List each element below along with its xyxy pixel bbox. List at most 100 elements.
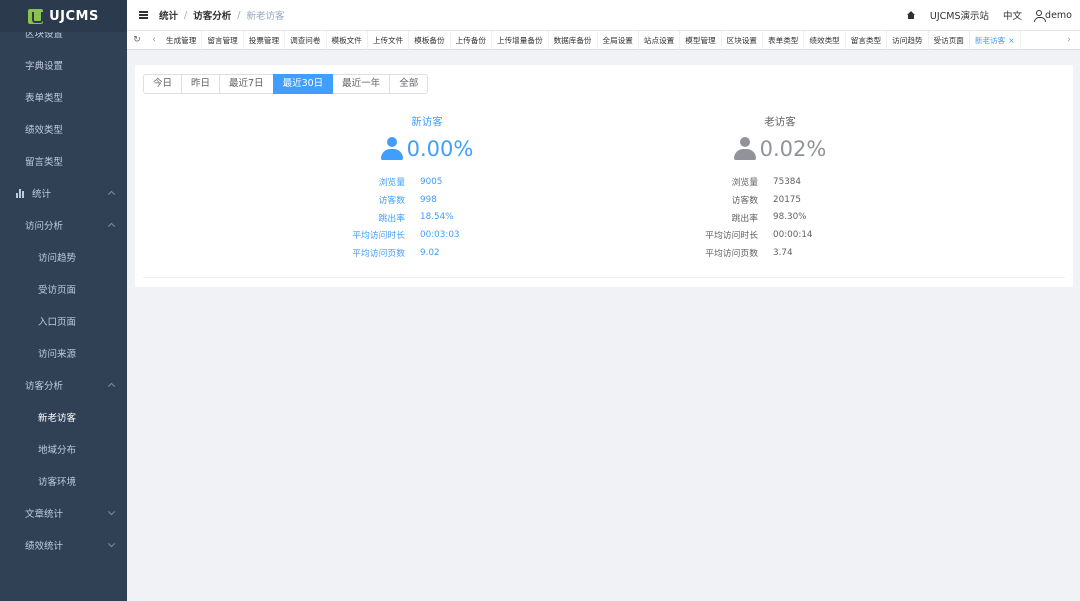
language-switch[interactable]: 中文 [1003,8,1022,22]
close-icon[interactable]: × [1008,36,1014,45]
sidebar-item[interactable]: 访客分析 [0,369,127,401]
sidebar-item[interactable]: 访问分析 [0,209,127,241]
sidebar-item-label: 绩效统计 [25,541,64,552]
tab[interactable]: 上传备份 [451,30,492,50]
sidebar-item[interactable]: 文章统计 [0,497,127,529]
tab-label: 留言管理 [207,35,238,45]
chevron-up-icon [107,190,116,198]
date-range-button[interactable]: 最近一年 [332,74,391,94]
tab-label: 留言类型 [850,35,882,45]
tab[interactable]: 投票管理 [244,30,286,50]
home-icon[interactable] [906,11,916,19]
sidebar-item[interactable]: 绩效统计 [0,529,127,561]
stat-label: 平均访问时长 [352,231,405,242]
sidebar-item[interactable]: 留言类型 [0,145,127,177]
tab[interactable]: 留言管理 [202,30,244,50]
tab[interactable]: 受访页面 [929,30,970,50]
date-range-button[interactable]: 最近7日 [219,74,274,94]
tabs-next-icon[interactable]: › [1062,35,1076,45]
stat-row: 浏览量 75384 [630,173,930,191]
tab[interactable]: 新老访客 × [970,30,1021,50]
user-menu[interactable]: demo [1034,9,1072,22]
stat-value: 00:00:14 [773,229,813,240]
tab[interactable]: 访问趋势 [887,30,929,50]
sidebar-item[interactable]: 绩效类型 [0,113,127,145]
sidebar-item[interactable]: 新老访客 [0,401,127,433]
logo[interactable]: UJCMS [0,0,127,32]
tab-label: 调查问卷 [290,35,321,45]
tab[interactable]: 生成管理 [161,30,203,50]
date-range-filter: 今日 昨日 最近7日 最近30日 最近一年 全部 [143,74,429,94]
sidebar-item-label: 地域分布 [38,445,77,456]
menu-toggle-icon[interactable] [139,11,148,19]
tab[interactable]: 站点设置 [639,30,681,50]
user-icon [380,137,403,161]
stat-label: 跳出率 [731,213,758,224]
sidebar-item-label: 绩效类型 [25,125,64,136]
stat-row: 浏览量 9005 [277,173,577,191]
tabs-prev-icon[interactable]: ‹ [147,35,161,45]
tab[interactable]: 全局设置 [598,30,639,50]
tab[interactable]: 留言类型 [846,30,888,50]
sidebar-item[interactable]: 统计 [0,177,127,209]
stat-value: 18.54% [420,212,454,223]
tab[interactable]: 数据库备份 [549,30,598,50]
stat-row: 访客数 998 [277,191,577,209]
tab[interactable]: 上传文件 [368,30,410,50]
header: 统计 / 访客分析 / 新老访客 UJCMS演示站 中文 demo [127,0,1080,30]
stat-row: 访客数 20175 [630,191,930,209]
tab[interactable]: 调查问卷 [285,30,327,50]
tab[interactable]: 上传增量备份 [492,30,549,50]
user-icon [1034,9,1047,22]
sidebar-item[interactable]: 访客环境 [0,465,127,497]
stat-label: 访客数 [378,196,405,207]
tab[interactable]: 模板文件 [327,30,368,50]
tab[interactable]: 绩效类型 [804,30,846,50]
tab-label: 新老访客 [974,35,1006,45]
sidebar-item[interactable]: 受访页面 [0,273,127,305]
date-range-button[interactable]: 最近30日 [272,74,334,94]
sidebar-item[interactable]: 地域分布 [0,433,127,465]
tab-label: 表单类型 [768,35,799,45]
divider [143,277,1065,278]
stat-value: 20175 [773,194,801,205]
header-right: UJCMS演示站 中文 demo [906,0,1072,30]
stat-value: 9.02 [420,247,440,258]
stat-value: 998 [420,194,437,205]
tab-label: 模板文件 [331,35,362,45]
chevron-down-icon [107,508,116,516]
chevron-up-icon [107,222,116,230]
breadcrumb-item[interactable]: 访客分析 [193,8,231,22]
sidebar-item[interactable]: 表单类型 [0,81,127,113]
tab[interactable]: 模型管理 [680,30,722,50]
sidebar-item-label: 新老访客 [38,413,77,424]
date-range-button[interactable]: 全部 [389,74,429,94]
stat-value: 3.74 [773,247,793,258]
sidebar-item[interactable]: 字典设置 [0,49,127,81]
tab-label: 绩效类型 [809,35,840,45]
stat-label: 平均访问时长 [705,231,758,242]
new-visitor-percent: 0.00% [406,137,474,161]
sidebar-item-label: 访问分析 [25,221,64,232]
sidebar-item-label: 访问来源 [38,349,77,360]
stat-label: 跳出率 [378,213,405,224]
tab-label: 模板备份 [414,35,445,45]
tab[interactable]: 表单类型 [763,30,805,50]
refresh-icon[interactable]: ↻ [127,35,147,45]
sidebar-item[interactable]: 入口页面 [0,305,127,337]
breadcrumb-item[interactable]: 统计 [159,8,178,22]
stat-row: 跳出率 98.30% [630,208,930,226]
date-range-button[interactable]: 今日 [143,74,183,94]
old-visitor-panel: 老访客 0.02% 浏览量 75384 访客数 20175 跳出率 98.30% 平均访问时… [630,114,930,261]
chevron-up-icon [107,382,116,390]
sidebar-item-label: 文章统计 [25,509,64,520]
stat-row: 跳出率 18.54% [277,208,577,226]
sidebar-item[interactable]: 访问来源 [0,337,127,369]
sidebar-item[interactable]: 访问趋势 [0,241,127,273]
bar-chart-icon [16,188,26,198]
site-link[interactable]: UJCMS演示站 [930,8,989,22]
tab[interactable]: 模板备份 [409,30,451,50]
tab[interactable]: 区块设置 [722,30,764,50]
date-range-button[interactable]: 昨日 [181,74,221,94]
logo-icon [28,8,44,24]
